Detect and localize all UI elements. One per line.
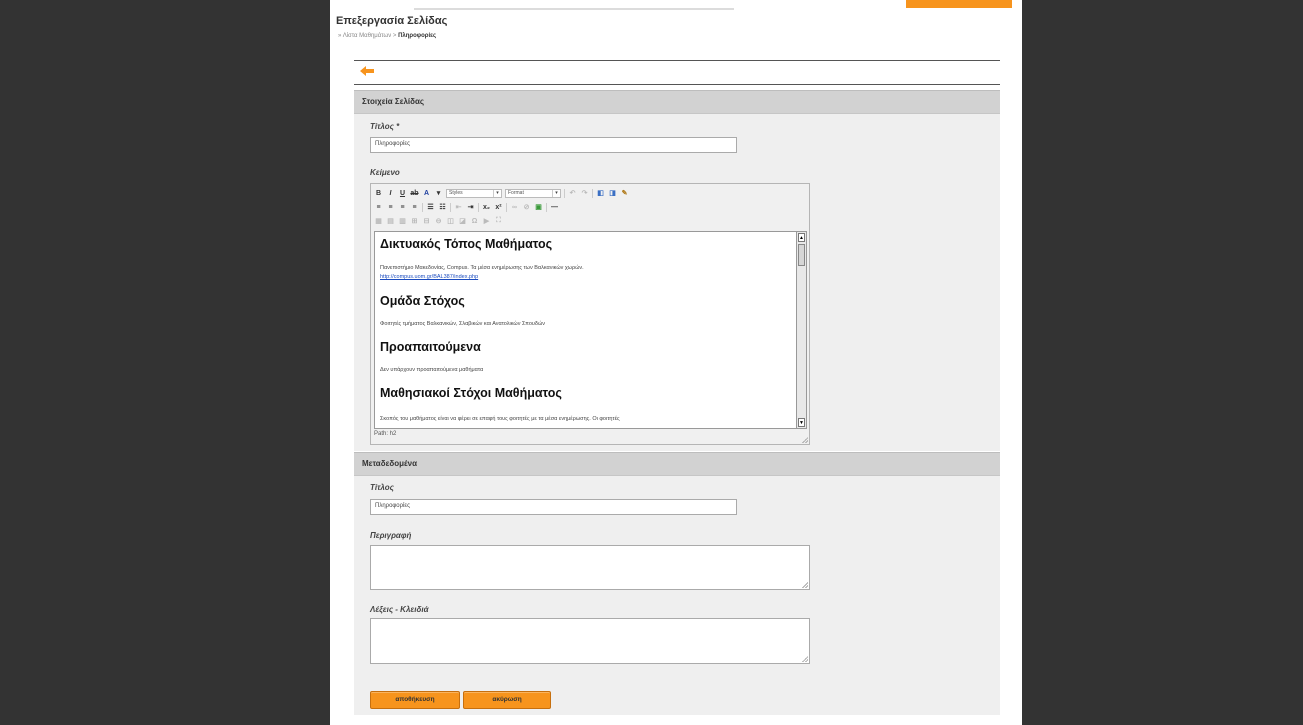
delete-row-icon[interactable]: ⊖ [434,217,443,226]
breadcrumb-prefix: » [338,33,342,39]
styles-select[interactable]: Styles ▾ [446,188,502,198]
breadcrumb: » Λίστα Μαθημάτων > Πληροφορίες [338,33,436,39]
content-heading-prerequisites: Προαπαιτούμενα [380,340,481,354]
title-input[interactable]: Πληροφορίες [370,137,737,153]
resize-grip-icon[interactable] [802,437,808,443]
chevron-down-icon: ▾ [493,189,501,197]
top-accent-bar [906,0,1012,8]
description-textarea[interactable] [370,545,810,590]
split-cells-icon[interactable]: ⊟ [422,217,431,226]
row-props-icon[interactable]: ◪ [458,217,467,226]
content-heading-target-group: Ομάδα Στόχος [380,294,465,308]
edit-html-icon[interactable]: ✎ [620,189,629,198]
content-paragraph-learning-goals: Σκοπός του μαθήματος είναι να φέρει σε ε… [380,416,620,422]
cancel-button[interactable]: ακύρωση [463,691,551,709]
unlink-icon[interactable]: ⊘ [522,203,531,212]
align-right-icon[interactable]: ≡ [398,203,407,212]
resize-grip-icon[interactable] [802,656,808,662]
underline-icon[interactable]: U [398,189,407,198]
image-icon[interactable]: ▣ [534,203,543,212]
fullscreen-icon[interactable]: ⛶ [494,217,503,226]
keywords-label: Λέξεις - Κλειδιά [370,605,429,614]
chevron-down-icon: ▾ [552,189,560,197]
content-paragraph-website: Πανεπιστήμιο Μακεδονίας, Compus. Τα μέσα… [380,265,584,271]
save-button[interactable]: αποθήκευση [370,691,460,709]
styles-select-value: Styles [449,190,463,196]
title-label: Τίτλος * [370,122,400,131]
content-heading-website: Δικτυακός Τόπος Μαθήματος [380,237,553,251]
find-icon[interactable]: ◧ [596,189,605,198]
meta-title-input[interactable]: Πληροφορίες [370,499,737,515]
special-char-icon[interactable]: Ω [470,217,479,226]
bold-icon[interactable]: B [374,189,383,198]
outdent-icon[interactable]: ⇤ [454,203,463,212]
redo-icon[interactable]: ↷ [580,189,589,198]
toolbar-separator [592,188,593,198]
divider-top [354,60,1000,61]
merge-cells-icon[interactable]: ⊞ [410,217,419,226]
chevron-down-icon[interactable]: ▾ [434,189,443,198]
page-details-header: Στοιχεία Σελίδας [354,90,1000,114]
align-center-icon[interactable]: ≡ [386,203,395,212]
numbered-list-icon[interactable]: ☷ [438,203,447,212]
rich-text-editor: B I U ab A ▾ Styles ▾ Format ▾ ↶ ↷ ◧ ◨ ✎ ≡… [370,183,810,445]
editor-toolbar-row-3: ▦ ▤ ▥ ⊞ ⊟ ⊖ ◫ ◪ Ω ▶ ⛶ [374,215,503,227]
indent-icon[interactable]: ⇥ [466,203,475,212]
undo-icon[interactable]: ↶ [568,189,577,198]
strikethrough-icon[interactable]: ab [410,189,419,198]
toolbar-separator [546,202,547,212]
breadcrumb-current: Πληροφορίες [398,33,437,39]
italic-icon[interactable]: I [386,189,395,198]
back-arrow-icon[interactable] [360,66,374,76]
description-label: Περιγραφή [370,531,412,540]
table-icon[interactable]: ▦ [374,217,383,226]
cell-props-icon[interactable]: ◫ [446,217,455,226]
link-icon[interactable]: ∞ [510,203,519,212]
align-justify-icon[interactable]: ≡ [410,203,419,212]
keywords-textarea[interactable] [370,618,810,664]
toolbar-separator [478,202,479,212]
bullet-list-icon[interactable]: ☰ [426,203,435,212]
scroll-thumb[interactable] [798,244,805,266]
content-link-website[interactable]: http://compus.uom.gr/BAL387/index.php [380,274,478,280]
resize-grip-icon[interactable] [802,582,808,588]
scroll-up-icon[interactable]: ▲ [798,233,805,242]
align-left-icon[interactable]: ≡ [374,203,383,212]
top-search-strip [414,0,734,10]
subscript-icon[interactable]: x₂ [482,203,491,212]
body-label: Κείμενο [370,168,400,177]
horizontal-rule-icon[interactable]: — [550,203,559,212]
editor-toolbar-row-1: B I U ab A ▾ Styles ▾ Format ▾ ↶ ↷ ◧ ◨ ✎ [374,187,629,199]
content-heading-learning-goals: Μαθησιακοί Στόχοι Μαθήματος [380,386,562,400]
editor-toolbar-row-2: ≡ ≡ ≡ ≡ ☰ ☷ ⇤ ⇥ x₂ x² ∞ ⊘ ▣ — [374,201,559,213]
editor-content[interactable]: Δικτυακός Τόπος Μαθήματος Πανεπιστήμιο Μ… [374,231,797,429]
content-paragraph-prerequisites: Δεν υπάρχουν προαπαιτούμενα μαθήματα [380,367,484,373]
scroll-down-icon[interactable]: ▼ [798,418,805,427]
superscript-icon[interactable]: x² [494,203,503,212]
divider-bottom [354,84,1000,85]
toolbar-separator [564,188,565,198]
editor-scrollbar[interactable]: ▲ ▼ [797,231,807,429]
toolbar-separator [422,202,423,212]
page-title: Επεξεργασία Σελίδας [336,15,448,27]
breadcrumb-separator: > [392,33,397,39]
format-select-value: Format [508,190,524,196]
replace-icon[interactable]: ◨ [608,189,617,198]
editor-path: Path: h2 [374,431,397,437]
format-select[interactable]: Format ▾ [505,188,561,198]
table-row-icon[interactable]: ▤ [386,217,395,226]
meta-title-label: Τίτλος [370,483,394,492]
toolbar-separator [506,202,507,212]
content-paragraph-target-group: Φοιτητές τμήματος Βαλκανικών, Σλαβικών κ… [380,321,545,327]
media-icon[interactable]: ▶ [482,217,491,226]
metadata-header: Μεταδεδομένα [354,452,1000,476]
toolbar-separator [450,202,451,212]
text-color-icon[interactable]: A [422,189,431,198]
table-col-icon[interactable]: ▥ [398,217,407,226]
breadcrumb-parent-link[interactable]: Λίστα Μαθημάτων [343,33,392,39]
